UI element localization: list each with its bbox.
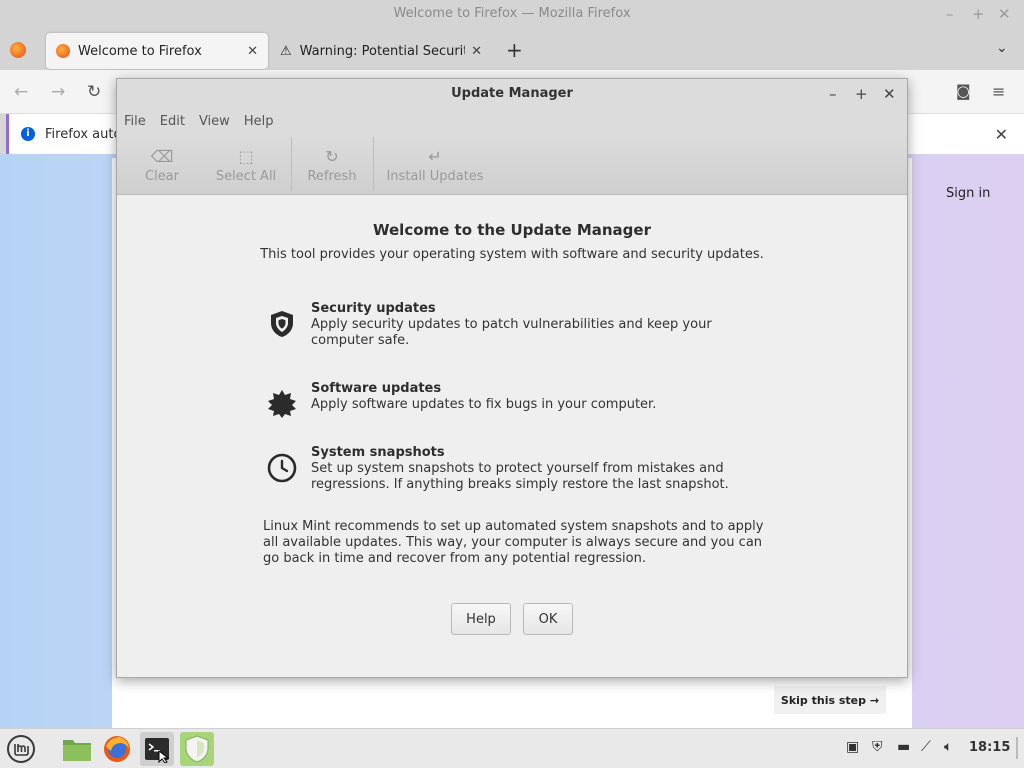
taskbar: ▣ ⛨ ▬ ⟋ 🔈︎ 18:15	[0, 728, 1024, 768]
shield-icon	[271, 311, 293, 337]
update-manager-icon[interactable]	[180, 732, 214, 766]
sign-in-link[interactable]: Sign in	[946, 186, 990, 201]
tab-close-icon[interactable]: ✕	[471, 44, 482, 59]
tab-welcome-to-firefox[interactable]: Welcome to Firefox ✕	[46, 33, 268, 69]
feature-description: Apply software updates to fix bugs in yo…	[311, 397, 657, 412]
feature-security-updates: Security updates Apply security updates …	[263, 301, 763, 351]
shield-tray-icon[interactable]: ⛨	[872, 739, 883, 755]
forward-icon[interactable]: →	[51, 82, 65, 102]
welcome-panel: Welcome to the Update Manager This tool …	[117, 195, 907, 677]
list-all-tabs-icon[interactable]: ⌄	[996, 40, 1008, 56]
keyboard-icon[interactable]: ▬	[897, 739, 910, 755]
maximize-button[interactable]: +	[855, 79, 868, 109]
menu-icon[interactable]: ≡	[992, 82, 1005, 101]
update-manager-title: Update Manager	[451, 86, 573, 101]
reload-icon[interactable]: ↻	[87, 82, 101, 102]
clear-button[interactable]: ⌫ Clear	[131, 133, 193, 195]
select-all-label: Select All	[215, 168, 277, 184]
feature-description: Apply security updates to patch vulnerab…	[311, 317, 712, 348]
welcome-subtitle: This tool provides your operating system…	[260, 247, 764, 262]
toolbar: ⌫ Clear ⬚ Select All ↻ Refresh ↵ Install…	[117, 133, 907, 195]
maximize-button[interactable]: +	[972, 0, 985, 28]
feature-title: Software updates	[311, 381, 442, 396]
mint-menu-icon[interactable]	[4, 732, 38, 766]
close-button[interactable]: ✕	[998, 0, 1011, 28]
menu-edit[interactable]: Edit	[160, 114, 185, 129]
select-all-button[interactable]: ⬚ Select All	[211, 133, 281, 195]
install-updates-label: Install Updates	[386, 168, 484, 184]
back-icon[interactable]: ←	[14, 82, 28, 102]
ok-button[interactable]: OK	[523, 603, 573, 635]
menu-file[interactable]: File	[124, 114, 146, 129]
warning-icon: ⚠	[280, 43, 292, 59]
terminal-icon[interactable]	[140, 732, 174, 766]
notification-text: Firefox auto	[45, 126, 122, 142]
help-button[interactable]: Help	[451, 603, 511, 635]
firefox-titlebar: Welcome to Firefox — Mozilla Firefox – +…	[0, 0, 1024, 30]
welcome-title: Welcome to the Update Manager	[373, 221, 651, 239]
feature-software-updates: Software updates Apply software updates …	[263, 381, 763, 421]
volume-icon[interactable]: 🔈︎	[944, 739, 952, 755]
update-manager-titlebar: Update Manager – + ✕	[117, 79, 907, 109]
refresh-icon: ↻	[325, 146, 339, 166]
update-manager-window: Update Manager – + ✕ File Edit View Help…	[116, 78, 908, 678]
install-updates-button[interactable]: ↵ Install Updates	[383, 133, 487, 195]
skip-step-button[interactable]: Skip this step →	[774, 686, 886, 714]
refresh-button[interactable]: ↻ Refresh	[301, 133, 363, 195]
pocket-icon[interactable]: ◙	[956, 82, 971, 100]
clear-label: Clear	[145, 168, 179, 184]
clear-icon: ⌫	[150, 146, 174, 166]
firefox-view-icon[interactable]	[10, 42, 26, 58]
minimize-button[interactable]: –	[829, 79, 837, 109]
tab-close-icon[interactable]: ✕	[247, 44, 258, 59]
tab-security-warning[interactable]: ⚠ Warning: Potential Security ✕	[270, 33, 492, 69]
minimize-button[interactable]: –	[946, 0, 954, 28]
network-icon[interactable]: ⟋	[921, 739, 931, 755]
feature-title: Security updates	[311, 301, 436, 316]
menu-bar: File Edit View Help	[117, 109, 907, 133]
firefox-icon	[56, 44, 70, 58]
menu-view[interactable]: View	[199, 114, 230, 129]
close-button[interactable]: ✕	[883, 79, 896, 109]
feature-system-snapshots: System snapshots Set up system snapshots…	[263, 445, 763, 495]
clock[interactable]: 18:15	[969, 740, 1010, 755]
feature-description: Set up system snapshots to protect yours…	[311, 461, 729, 492]
clock-icon	[267, 453, 297, 483]
show-desktop-button[interactable]	[1016, 737, 1018, 759]
select-all-icon: ⬚	[238, 146, 254, 166]
recommendation-text: Linux Mint recommends to set up automate…	[263, 519, 764, 566]
firefox-window-title: Welcome to Firefox — Mozilla Firefox	[393, 6, 631, 21]
clipboard-icon[interactable]: ▣	[846, 739, 859, 755]
new-tab-button[interactable]: +	[506, 38, 523, 62]
install-icon: ↵	[428, 146, 442, 166]
feature-title: System snapshots	[311, 445, 445, 460]
firefox-tab-bar: Welcome to Firefox ✕ ⚠ Warning: Potentia…	[0, 30, 1024, 70]
tab-label: Welcome to Firefox	[78, 43, 202, 59]
tab-label: Warning: Potential Security	[299, 43, 465, 59]
info-icon: i	[21, 127, 35, 141]
refresh-label: Refresh	[307, 168, 357, 184]
gear-badge-icon	[268, 390, 296, 418]
files-icon[interactable]	[60, 732, 94, 766]
firefox-icon[interactable]	[100, 732, 134, 766]
menu-help[interactable]: Help	[244, 114, 274, 129]
toolbar-separator	[291, 137, 292, 191]
notification-close-icon[interactable]: ✕	[995, 125, 1008, 144]
toolbar-separator	[373, 137, 374, 191]
